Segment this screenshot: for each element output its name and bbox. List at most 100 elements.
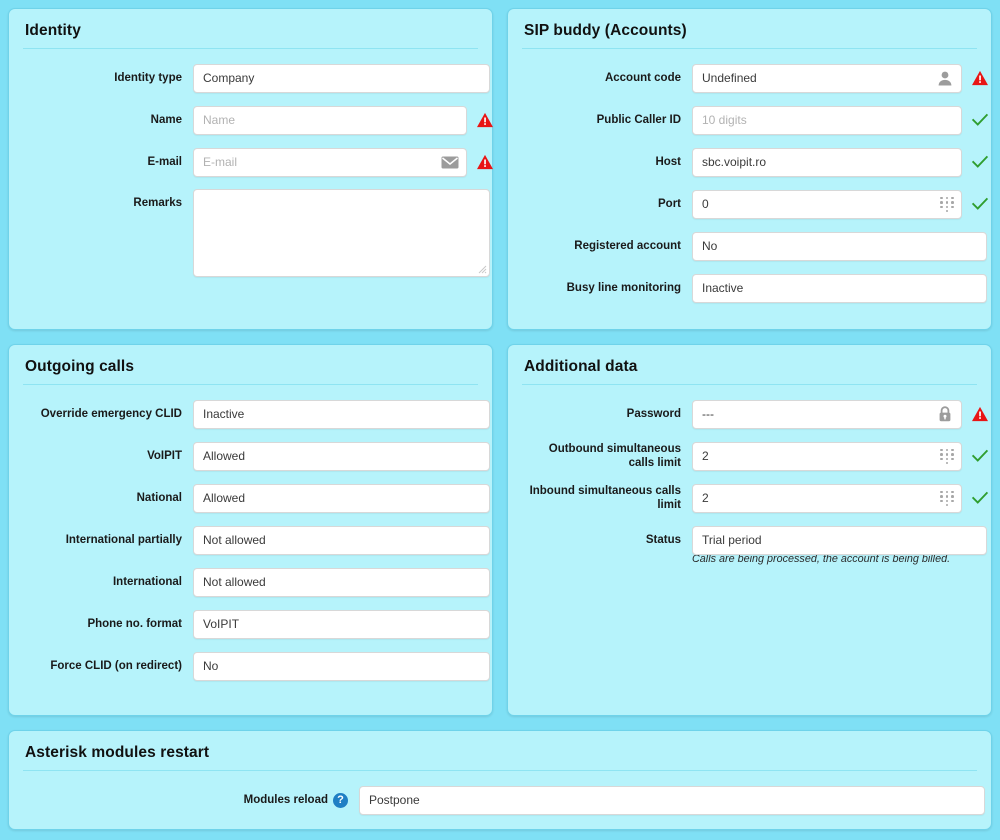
label-override-emergency-clid: Override emergency CLID — [40, 407, 182, 420]
control-force-clid: No — [193, 651, 490, 681]
select-override-emergency-clid[interactable]: Inactive — [193, 399, 490, 429]
control-email: E-mail — [193, 147, 493, 177]
select-international[interactable]: Not allowed — [193, 567, 490, 597]
label-account-code: Account code — [604, 71, 681, 84]
keypad-icon[interactable] — [939, 196, 955, 213]
person-icon[interactable] — [935, 69, 955, 87]
select-phone-no-format[interactable]: VoIPIT — [193, 609, 490, 639]
input-outbound-limit[interactable]: 2 — [692, 441, 962, 471]
select-busy-line-monitoring[interactable]: Inactive — [692, 273, 987, 303]
warning-icon — [477, 154, 493, 170]
label-international: International — [112, 575, 182, 588]
input-host[interactable]: sbc.voipit.ro — [692, 147, 962, 177]
panel-divider — [23, 770, 977, 772]
label-name: Name — [150, 113, 182, 126]
status-ok-public-caller-id — [968, 112, 992, 128]
panel-divider — [522, 48, 977, 50]
control-voipit: Allowed — [193, 441, 490, 471]
lock-icon[interactable] — [935, 405, 955, 423]
select-identity-type[interactable]: Company — [193, 63, 490, 93]
field-row-identity-type: Identity type Company — [23, 63, 490, 93]
select-busy-line-monitoring-value: Inactive — [702, 281, 744, 296]
panel-title-identity: Identity — [25, 22, 81, 39]
hamburger-icon — [961, 794, 978, 807]
input-name-placeholder: Name — [203, 113, 236, 128]
input-email-placeholder: E-mail — [203, 155, 238, 170]
panel-divider — [23, 48, 478, 50]
label-registered-account: Registered account — [574, 239, 681, 252]
panel-divider — [522, 384, 977, 386]
outgoing-calls-fields: Override emergency CLID Inactive VoIPIT … — [23, 399, 490, 681]
hamburger-icon — [466, 450, 483, 463]
field-row-international: International Not allowed — [23, 567, 490, 597]
select-international-partially[interactable]: Not allowed — [193, 525, 490, 555]
keypad-icon[interactable] — [939, 448, 955, 465]
help-icon[interactable]: ? — [333, 792, 348, 808]
input-account-code-value: Undefined — [702, 71, 757, 86]
status-ok-outbound-limit — [968, 448, 992, 464]
hamburger-icon — [466, 576, 483, 589]
field-row-status: Status Trial period — [522, 525, 987, 555]
warning-icon — [972, 70, 988, 86]
select-modules-reload[interactable]: Postpone — [359, 785, 985, 815]
control-override-emergency-clid: Inactive — [193, 399, 490, 429]
input-public-caller-id[interactable]: 10 digits — [692, 105, 962, 135]
select-national[interactable]: Allowed — [193, 483, 490, 513]
panel-title-outgoing-calls: Outgoing calls — [25, 358, 135, 375]
control-registered-account: No — [692, 231, 987, 261]
select-voipit-value: Allowed — [203, 449, 246, 464]
select-identity-type-value: Company — [203, 71, 255, 86]
select-force-clid[interactable]: No — [193, 651, 490, 681]
control-busy-line-monitoring: Inactive — [692, 273, 987, 303]
control-host: sbc.voipit.ro — [692, 147, 989, 177]
control-identity-type: Company — [193, 63, 490, 93]
input-inbound-limit[interactable]: 2 — [692, 483, 962, 513]
select-international-partially-value: Not allowed — [203, 533, 266, 548]
field-row-registered-account: Registered account No — [522, 231, 987, 261]
control-international-partially: Not allowed — [193, 525, 490, 555]
control-account-code: Undefined — [692, 63, 988, 93]
control-national: Allowed — [193, 483, 490, 513]
status-ok-port — [968, 196, 992, 212]
hamburger-icon — [963, 534, 980, 547]
input-password[interactable]: --- — [692, 399, 962, 429]
field-row-modules-reload: Modules reload ? Postpone — [23, 785, 985, 815]
field-row-remarks: Remarks — [23, 189, 490, 278]
warning-icon — [477, 112, 493, 128]
textarea-remarks[interactable] — [193, 189, 490, 278]
select-voipit[interactable]: Allowed — [193, 441, 490, 471]
select-status[interactable]: Trial period — [692, 525, 987, 555]
field-row-account-code: Account code Undefined — [522, 63, 988, 93]
input-password-value: --- — [702, 407, 714, 422]
hamburger-icon — [466, 618, 483, 631]
select-phone-no-format-value: VoIPIT — [203, 617, 240, 632]
check-icon — [971, 449, 989, 462]
input-name[interactable]: Name — [193, 105, 467, 135]
panel-title-sip-buddy: SIP buddy (Accounts) — [524, 22, 687, 39]
hamburger-icon — [466, 408, 483, 421]
select-registered-account[interactable]: No — [692, 231, 987, 261]
control-modules-reload: Postpone — [359, 785, 985, 815]
input-host-value: sbc.voipit.ro — [702, 155, 767, 170]
panel-grid: Identity Identity type Company Name Name… — [8, 8, 992, 830]
label-host: Host — [655, 155, 681, 168]
input-email[interactable]: E-mail — [193, 147, 467, 177]
status-hint-row: Calls are being processed, the account i… — [522, 553, 977, 577]
panel-title-asterisk-modules-restart: Asterisk modules restart — [25, 744, 210, 761]
label-busy-line-monitoring: Busy line monitoring — [566, 281, 681, 294]
field-row-phone-no-format: Phone no. format VoIPIT — [23, 609, 490, 639]
hamburger-icon — [466, 72, 483, 85]
identity-fields: Identity type Company Name Name E-mail E… — [23, 63, 493, 278]
input-port[interactable]: 0 — [692, 189, 962, 219]
control-status: Trial period — [692, 525, 987, 555]
status-ok-host — [968, 154, 992, 170]
select-force-clid-value: No — [203, 659, 219, 674]
control-port: 0 — [692, 189, 989, 219]
envelope-icon[interactable] — [440, 153, 460, 171]
panel-outgoing-calls: Outgoing calls Override emergency CLID I… — [8, 344, 493, 716]
input-account-code[interactable]: Undefined — [692, 63, 962, 93]
keypad-icon[interactable] — [939, 490, 955, 507]
field-row-outbound-limit: Outbound simultaneous calls limit 2 — [522, 441, 989, 471]
check-icon — [971, 113, 989, 126]
input-public-caller-id-placeholder: 10 digits — [702, 113, 747, 128]
